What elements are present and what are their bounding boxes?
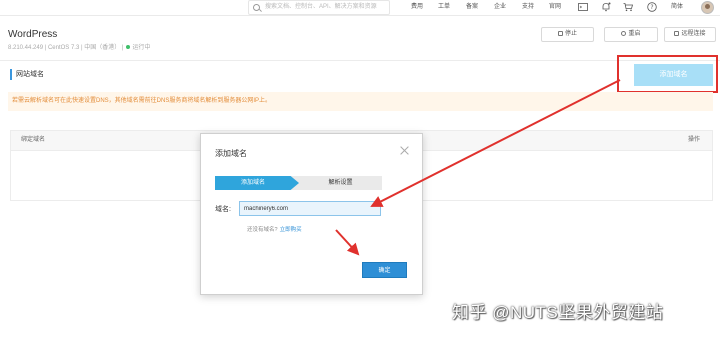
stop-icon — [557, 31, 563, 36]
top-navigation-bar: 搜索文档、控制台、API、解决方案和资源 费用 工单 备案 企业 支持 官网 ?… — [0, 0, 720, 16]
domain-input[interactable] — [239, 201, 381, 216]
status-badge: 运行中 — [132, 45, 151, 51]
nav-item-enterprise[interactable]: 企业 — [494, 0, 506, 14]
svg-text:?: ? — [650, 4, 653, 11]
step-dns-settings: 解析设置 — [328, 180, 353, 186]
domain-field-label: 域名: — [215, 206, 231, 213]
add-domain-dialog: 添加域名 添加域名 解析设置 域名: 还没有域名?立即购买 确定 — [200, 133, 423, 295]
restart-icon — [621, 31, 627, 36]
nav-item-tickets[interactable]: 工单 — [438, 0, 450, 14]
stop-button[interactable]: 停止 — [541, 27, 594, 42]
cart-icon[interactable] — [623, 2, 633, 12]
avatar[interactable] — [701, 1, 714, 14]
dialog-title: 添加域名 — [215, 149, 247, 158]
terminal-icon[interactable] — [578, 2, 588, 12]
close-icon[interactable] — [399, 145, 411, 157]
server-region: 中国（香港） — [84, 45, 121, 51]
restart-button-label: 重启 — [628, 31, 641, 37]
search-placeholder: 搜索文档、控制台、API、解决方案和资源 — [265, 4, 377, 10]
restart-button[interactable]: 重启 — [604, 27, 658, 42]
column-header-domain: 绑定域名 — [21, 137, 46, 143]
section-title: 网站域名 — [10, 69, 44, 80]
language-switch[interactable]: 简体 — [671, 0, 683, 14]
buy-domain-hint-text: 还没有域名? — [247, 227, 278, 233]
nav-item-billing[interactable]: 费用 — [411, 0, 423, 14]
nav-item-official-site[interactable]: 官网 — [549, 0, 561, 14]
annotation-highlight-box — [617, 55, 718, 93]
step-add-domain: 添加域名 — [215, 176, 299, 190]
remote-connect-button-label: 远程连接 — [681, 31, 706, 37]
nav-item-icp[interactable]: 备案 — [466, 0, 478, 14]
bell-icon[interactable] — [601, 2, 611, 12]
buy-domain-hint: 还没有域名? 立即购买 — [247, 225, 302, 233]
server-os: CentOS 7.3 — [47, 45, 80, 51]
global-search-input[interactable]: 搜索文档、控制台、API、解决方案和资源 — [248, 0, 390, 15]
monitor-icon — [674, 31, 680, 36]
watermark: 知乎 @NUTS坚果外贸建站 — [452, 303, 664, 322]
stop-button-label: 停止 — [564, 31, 577, 37]
server-info: 8.210.44.249 | CentOS 7.3 | 中国（香港） | 运行中 — [8, 42, 150, 51]
search-icon — [253, 4, 260, 11]
server-ip: 8.210.44.249 — [8, 45, 44, 51]
help-icon[interactable]: ? — [647, 2, 657, 12]
column-header-actions: 操作 — [687, 137, 700, 143]
separator: | — [121, 45, 124, 51]
nav-item-support[interactable]: 支持 — [522, 0, 534, 14]
header-divider — [0, 60, 720, 61]
buy-domain-link[interactable]: 立即购买 — [280, 227, 302, 233]
remote-connect-button[interactable]: 远程连接 — [664, 27, 716, 42]
dns-notice: 若需云解析域名可在此快速设置DNS，其他域名需前往DNS服务商将域名解析到服务器… — [8, 92, 713, 111]
page-title: WordPress — [8, 29, 58, 40]
confirm-button[interactable]: 确定 — [362, 262, 407, 278]
status-dot — [126, 45, 131, 49]
